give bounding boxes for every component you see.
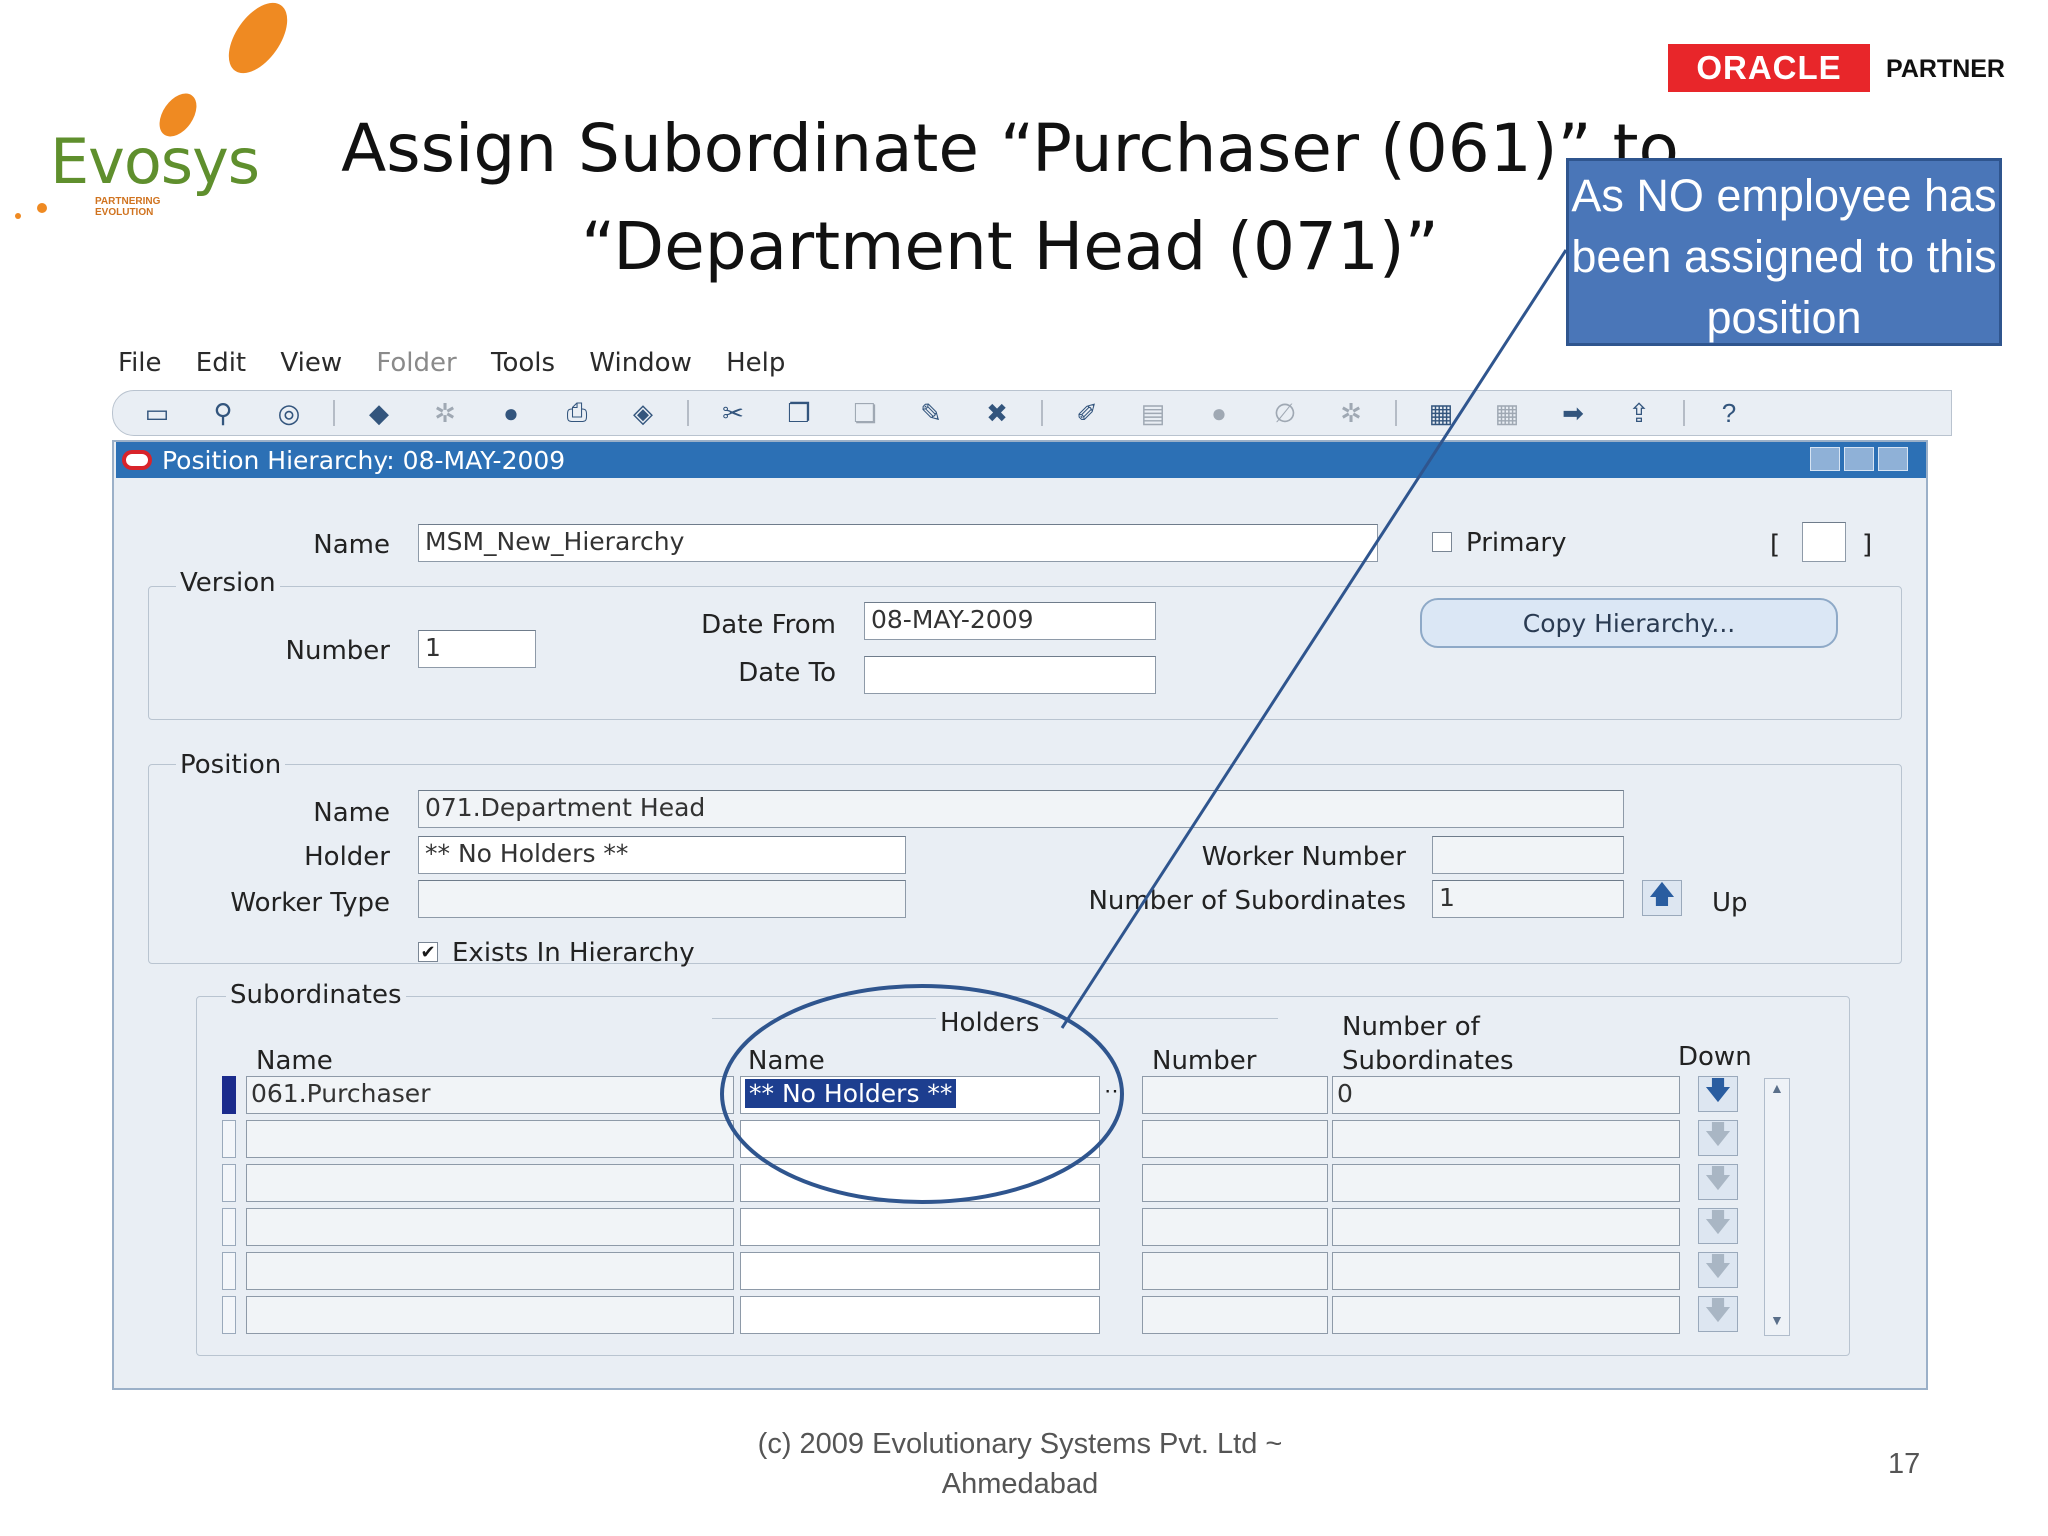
highlight-ellipse [720,984,1124,1204]
callout-box: As NO employee has been assigned to this… [1566,158,2002,346]
callout-pointer-line [1060,249,1568,1029]
footer-line2: Ahmedabad [941,1468,1099,1500]
footer-line1: (c) 2009 Evolutionary Systems Pvt. Ltd ~ [757,1428,1283,1460]
slide-footer: (c) 2009 Evolutionary Systems Pvt. Ltd ~… [700,1424,1340,1504]
page-number: 17 [1888,1448,1921,1480]
